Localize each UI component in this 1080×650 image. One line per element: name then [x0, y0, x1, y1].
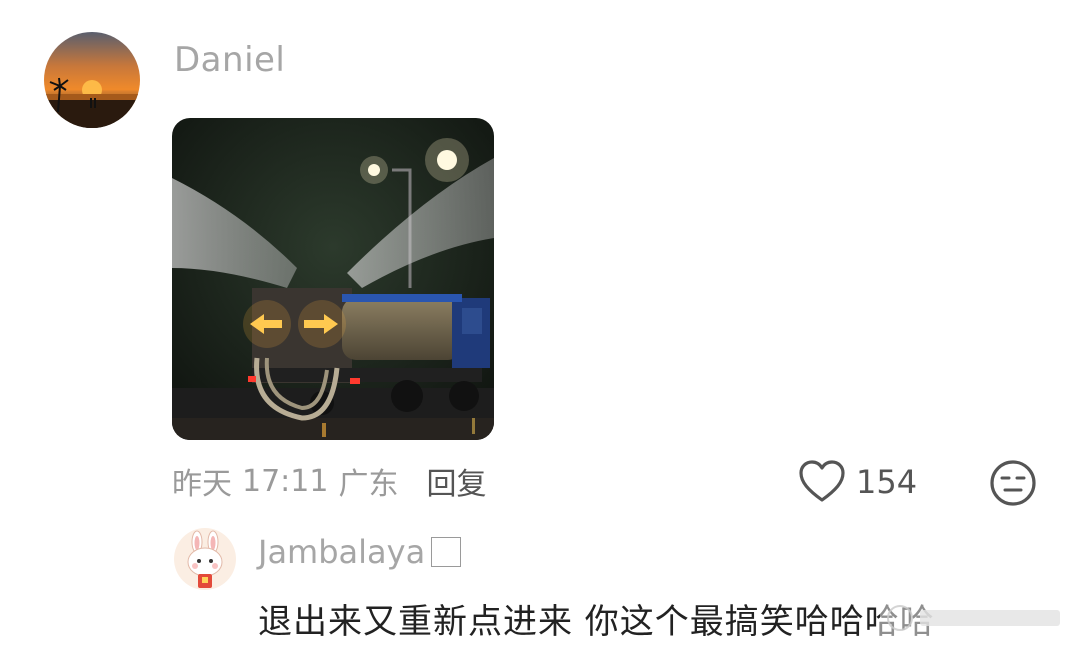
neutral-face-icon [990, 460, 1036, 506]
comment-meta: 昨天 17:11 广东 回复 [172, 458, 496, 504]
emoji-reaction-button[interactable] [988, 458, 1038, 508]
reply-username-text: Jambalaya [258, 533, 426, 571]
unrendered-glyph-icon [431, 537, 462, 567]
reply-text: 退出来又重新点进来 你这个最搞笑哈哈哈哈 [258, 602, 935, 642]
avatar-image [44, 32, 140, 128]
comment-username[interactable]: Daniel [174, 40, 285, 80]
like-button[interactable]: 154 [798, 456, 917, 508]
bunny-avatar-image [174, 528, 236, 590]
watermark [880, 596, 1070, 640]
comment-time: 17:11 [242, 463, 329, 499]
watermark-image [880, 596, 1070, 640]
comment-location: 广东 [338, 467, 399, 502]
heart-outline-icon [799, 460, 845, 502]
comment-image[interactable] [172, 118, 494, 440]
reply-button[interactable]: 回复 [426, 459, 486, 503]
avatar-jambalaya[interactable] [174, 528, 236, 590]
avatar-daniel[interactable] [44, 32, 140, 128]
reply-username[interactable]: Jambalaya [258, 533, 462, 571]
like-count: 154 [856, 463, 918, 501]
comment-date: 昨天 [172, 467, 232, 502]
water-truck-photo [172, 118, 494, 440]
